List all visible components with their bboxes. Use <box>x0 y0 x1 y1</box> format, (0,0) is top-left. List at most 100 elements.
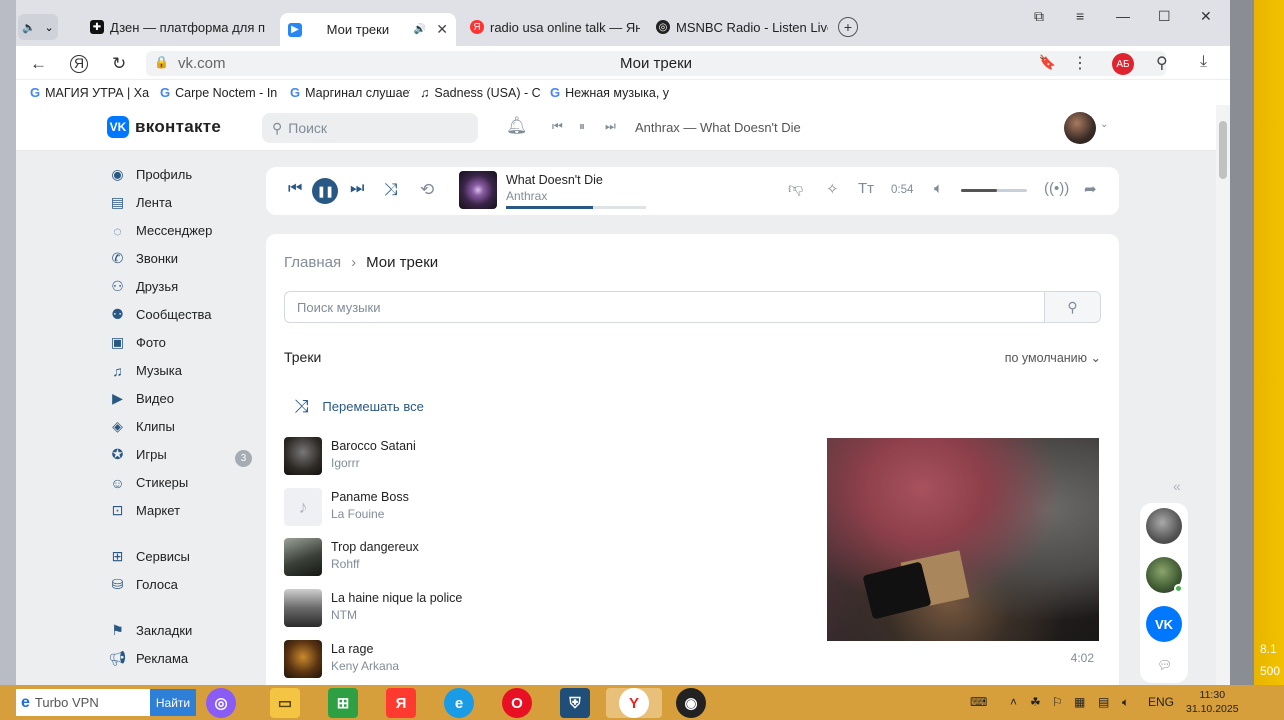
tab-manager-icon[interactable]: ⧉ <box>1034 8 1044 25</box>
volume-slider[interactable] <box>961 189 1027 192</box>
sidebar-item-messenger[interactable]: ◌ Мессенджер <box>109 222 212 239</box>
track-row[interactable]: La rage Keny Arkana <box>284 640 804 680</box>
tab-my-tracks[interactable]: ▶ Мои треки 🔊 ✕ <box>280 13 456 46</box>
sidebar-item-voices[interactable]: ⛁ Голоса <box>109 576 178 593</box>
sidebar-item-video[interactable]: ▶ Видео <box>109 390 174 407</box>
chat-icon[interactable]: 💬︎ <box>1157 658 1172 672</box>
tab-controls[interactable]: 🔈 ⌄ <box>18 14 58 40</box>
search-icon[interactable]: ⚲ <box>1044 292 1100 322</box>
progress-bar[interactable] <box>506 206 646 209</box>
sidebar-item-stickers[interactable]: ☺ Стикеры <box>109 474 188 491</box>
shuffle-icon[interactable]: ⤨ <box>384 180 398 200</box>
audio-playing-icon[interactable]: 🔊 <box>414 24 426 35</box>
music-search-input[interactable]: Поиск музыки ⚲ <box>284 291 1101 323</box>
pause-icon[interactable]: ⏸︎ <box>579 119 585 134</box>
page-scrollbar[interactable] <box>1216 105 1230 685</box>
speaker-icon[interactable]: 🔈 <box>22 21 36 34</box>
bell-icon[interactable]: 🔔︎ <box>506 116 528 136</box>
edge-icon[interactable]: e <box>444 688 474 718</box>
track-artist[interactable]: Rohff <box>331 557 359 571</box>
minimize-icon[interactable]: — <box>1116 8 1130 24</box>
player-track-title[interactable]: What Doesn't Die <box>506 173 603 187</box>
yandex-home-icon[interactable]: Я <box>70 55 88 73</box>
vpn-shield-icon[interactable]: ⛨ <box>560 688 590 718</box>
track-row[interactable]: La haine nique la police NTM <box>284 589 804 629</box>
sidebar-item-music[interactable]: ♫ Музыка <box>109 362 182 379</box>
close-tab-icon[interactable]: ✕ <box>436 21 448 38</box>
file-explorer-icon[interactable]: ▭ <box>270 688 300 718</box>
breadcrumb-home[interactable]: Главная <box>284 254 341 271</box>
shuffle-all-button[interactable]: ⤨ Перемешать все <box>294 396 424 417</box>
bookmark-item[interactable]: G Маргинал слушает <box>290 85 410 100</box>
vk-search-input[interactable]: ⚲ Поиск <box>262 113 478 143</box>
store-icon[interactable]: ⊞ <box>328 688 358 718</box>
language-indicator[interactable]: ENG <box>1148 695 1174 709</box>
track-artist[interactable]: Keny Arkana <box>331 659 399 673</box>
sidebar-item-communities[interactable]: ⚉ Сообщества <box>109 306 211 323</box>
sidebar-item-friends[interactable]: ⚇ Друзья <box>109 278 178 295</box>
track-artist[interactable]: La Fouine <box>331 507 384 521</box>
maximize-icon[interactable]: ☐ <box>1158 8 1171 25</box>
network-icon[interactable]: ▤ <box>1098 695 1109 709</box>
new-tab-button[interactable]: + <box>838 17 858 37</box>
tray-expand-icon[interactable]: ˄ <box>1010 695 1017 709</box>
download-icon[interactable]: ⤓ <box>1200 53 1207 71</box>
profile-badge[interactable]: АБ <box>1112 53 1134 75</box>
vk-logo-icon[interactable]: VK <box>1146 606 1182 642</box>
alice-icon[interactable]: ◎ <box>206 688 236 718</box>
header-now-playing[interactable]: Anthrax — What Doesn't Die <box>635 120 801 135</box>
vk-logo[interactable]: VK вконтакте <box>107 116 221 138</box>
tab-msnbc[interactable]: ◎ MSNBC Radio - Listen Live <box>648 13 828 41</box>
track-title[interactable]: Trop dangereux <box>331 540 419 554</box>
prev-track-icon[interactable]: ⏮︎ <box>288 180 302 198</box>
sidebar-item-bookmarks[interactable]: ⚑ Закладки <box>109 622 192 639</box>
sidebar-item-ads[interactable]: 📢︎ Реклама <box>109 650 189 667</box>
track-title[interactable]: Barocco Satani <box>331 439 416 453</box>
track-title[interactable]: La haine nique la police <box>331 591 462 605</box>
pause-button[interactable]: ❚❚ <box>312 178 338 204</box>
next-track-icon[interactable]: ⏭︎ <box>605 119 616 134</box>
clock[interactable]: 11:30 31.10.2025 <box>1186 688 1239 716</box>
scrollbar-thumb[interactable] <box>1219 121 1227 179</box>
chevron-down-icon[interactable]: ⌄ <box>1100 119 1108 130</box>
collections-icon[interactable]: ⚲ <box>1156 53 1168 73</box>
obs-icon[interactable]: ◉ <box>676 688 706 718</box>
close-window-icon[interactable]: ✕ <box>1200 8 1212 25</box>
menu-icon[interactable]: ≡ <box>1076 8 1084 24</box>
share-icon[interactable]: ➦ <box>1084 180 1097 198</box>
tab-yandex-search[interactable]: Я radio usa online talk — Янд <box>462 13 640 41</box>
avatar[interactable] <box>1146 508 1182 544</box>
sort-dropdown[interactable]: по умолчанию ⌄ <box>1005 350 1101 365</box>
track-artist[interactable]: NTM <box>331 608 357 622</box>
volume-icon[interactable]: 🔈︎ <box>934 180 943 197</box>
tab-dzen[interactable]: ✚ Дзен — платформа для п <box>82 13 272 41</box>
collapse-icon[interactable]: « <box>1173 478 1181 494</box>
track-artist[interactable]: Igorrr <box>331 456 360 470</box>
bookmark-item[interactable]: G МАГИЯ УТРА | Ха <box>30 85 150 100</box>
broadcast-icon[interactable]: ((•)) <box>1044 180 1069 197</box>
volume-icon[interactable]: 🔈︎ <box>1122 695 1129 710</box>
taskbar-search-button[interactable]: Найти <box>150 689 196 716</box>
sidebar-item-calls[interactable]: ✆ Звонки <box>109 250 178 267</box>
lyrics-icon[interactable]: Tт <box>858 180 874 197</box>
reload-icon[interactable]: ↻ <box>112 54 126 74</box>
prev-track-icon[interactable]: ⏮︎ <box>552 119 563 134</box>
more-icon[interactable]: ⋮ <box>1072 53 1088 73</box>
track-row[interactable]: Trop dangereux Rohff <box>284 538 804 578</box>
back-icon[interactable]: ← <box>30 54 47 74</box>
track-title[interactable]: Paname Boss <box>331 490 409 504</box>
repeat-icon[interactable]: ⟲ <box>420 180 434 200</box>
flag-icon[interactable]: ⚐ <box>1052 695 1063 709</box>
sidebar-item-games[interactable]: ✪ Игры <box>109 446 167 463</box>
bookmark-item[interactable]: G Нежная музыка, у <box>550 85 670 100</box>
sidebar-item-feed[interactable]: ▤ Лента <box>109 194 172 211</box>
sidebar-item-services[interactable]: ⊞ Сервисы <box>109 548 190 565</box>
track-row[interactable]: ♪ Paname Boss La Fouine <box>284 488 804 528</box>
sidebar-item-clips[interactable]: ◈ Клипы <box>109 418 175 435</box>
dislike-icon[interactable]: 👎︎ <box>788 180 803 198</box>
bookmark-item[interactable]: G Carpe Noctem - In <box>160 85 280 100</box>
yandex-browser-taskbar[interactable]: Y <box>606 688 662 718</box>
tray-app-icon[interactable]: ▦ <box>1074 695 1085 709</box>
taskbar-search-input[interactable]: e Turbo VPN <box>16 689 150 716</box>
keyboard-icon[interactable]: ⌨ <box>970 695 987 709</box>
